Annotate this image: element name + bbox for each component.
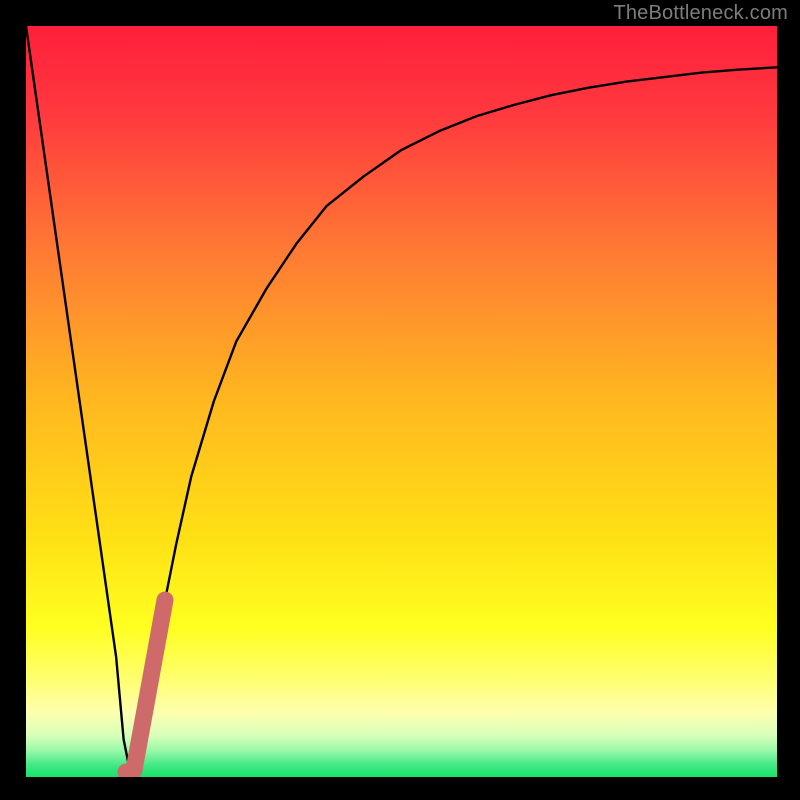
gradient-background: [26, 26, 777, 777]
chart-frame: TheBottleneck.com: [0, 0, 800, 800]
chart-svg: [26, 26, 777, 777]
plot-area: [26, 26, 777, 777]
watermark-text: TheBottleneck.com: [613, 2, 788, 25]
